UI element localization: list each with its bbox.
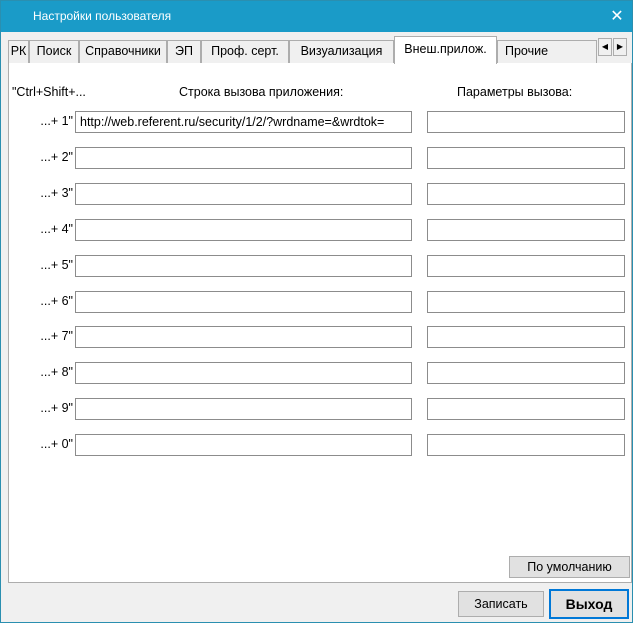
command-input[interactable]	[75, 183, 412, 205]
tab-prof-cert[interactable]: Проф. серт.	[201, 40, 289, 63]
command-input[interactable]	[75, 219, 412, 241]
hotkey-row-label: ...+ 6"	[40, 294, 73, 308]
settings-window: Настройки пользователя ✕ РК Поиск Справо…	[0, 0, 633, 623]
params-input[interactable]	[427, 362, 625, 384]
command-input[interactable]	[75, 362, 412, 384]
params-input[interactable]	[427, 291, 625, 313]
tab-scroll-left-icon[interactable]: ◀	[598, 38, 612, 56]
title-bar[interactable]: Настройки пользователя ✕	[1, 1, 632, 32]
command-input[interactable]	[75, 291, 412, 313]
close-icon[interactable]: ✕	[602, 1, 632, 32]
defaults-button[interactable]: По умолчанию	[509, 556, 630, 578]
params-input[interactable]	[427, 147, 625, 169]
params-column-header: Параметры вызова:	[457, 85, 573, 99]
params-input[interactable]	[427, 219, 625, 241]
command-input[interactable]	[75, 326, 412, 348]
external-apps-panel: "Ctrl+Shift+... Строка вызова приложения…	[8, 63, 632, 583]
tab-scroll-right-icon[interactable]: ▶	[613, 38, 627, 56]
tab-external-apps[interactable]: Внеш.прилож.	[394, 36, 497, 64]
tab-directories[interactable]: Справочники	[79, 40, 167, 63]
params-input[interactable]	[427, 326, 625, 348]
tab-ep[interactable]: ЭП	[167, 40, 201, 63]
hotkey-row-label: ...+ 1"	[40, 114, 73, 128]
tab-bar: РК Поиск Справочники ЭП Проф. серт. Визу…	[8, 36, 632, 64]
command-input[interactable]	[75, 434, 412, 456]
save-button[interactable]: Записать	[458, 591, 544, 617]
exit-button[interactable]: Выход	[549, 589, 629, 619]
params-input[interactable]	[427, 398, 625, 420]
params-input[interactable]	[427, 111, 625, 133]
params-input[interactable]	[427, 255, 625, 277]
params-input[interactable]	[427, 434, 625, 456]
command-column-header: Строка вызова приложения:	[179, 85, 344, 99]
tab-search[interactable]: Поиск	[29, 40, 79, 63]
params-input[interactable]	[427, 183, 625, 205]
hotkey-column-header: "Ctrl+Shift+...	[12, 85, 86, 99]
tab-visualization[interactable]: Визуализация	[289, 40, 394, 63]
hotkey-row-label: ...+ 7"	[40, 329, 73, 343]
hotkey-row-label: ...+ 5"	[40, 258, 73, 272]
tab-other[interactable]: Прочие	[497, 40, 597, 63]
hotkey-row-label: ...+ 3"	[40, 186, 73, 200]
command-input[interactable]	[75, 255, 412, 277]
command-input[interactable]	[75, 398, 412, 420]
command-input[interactable]: http://web.referent.ru/security/1/2/?wrd…	[75, 111, 412, 133]
hotkey-row-label: ...+ 0"	[40, 437, 73, 451]
command-input[interactable]	[75, 147, 412, 169]
hotkey-row-label: ...+ 2"	[40, 150, 73, 164]
hotkey-row-label: ...+ 8"	[40, 365, 73, 379]
tab-rk[interactable]: РК	[8, 40, 29, 63]
window-title: Настройки пользователя	[33, 9, 172, 23]
hotkey-row-label: ...+ 9"	[40, 401, 73, 415]
hotkey-row-label: ...+ 4"	[40, 222, 73, 236]
